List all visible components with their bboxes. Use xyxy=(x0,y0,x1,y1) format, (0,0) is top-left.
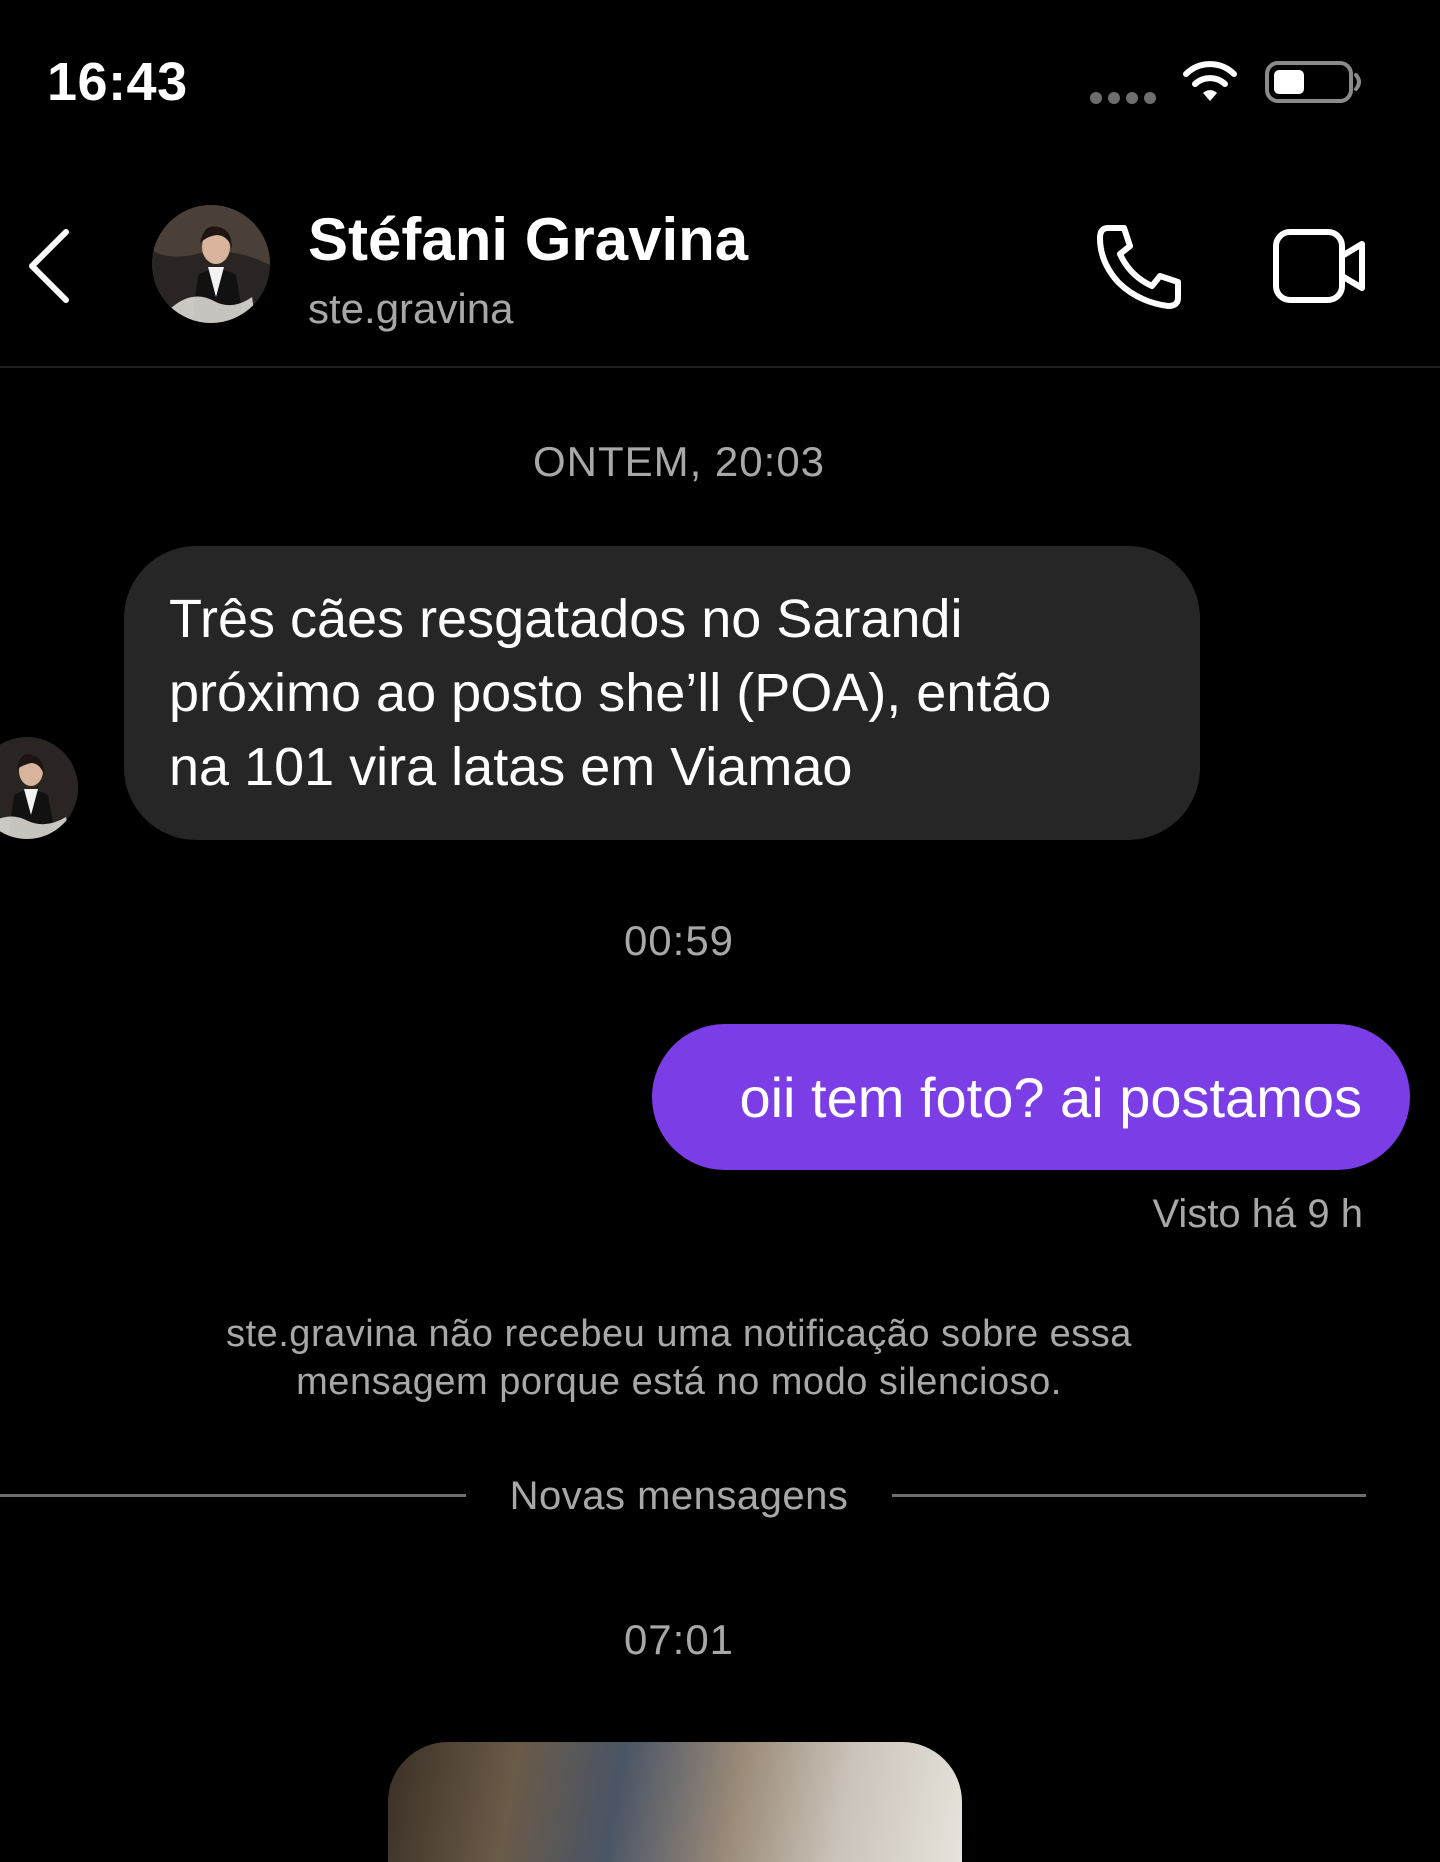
message-timestamp: 07:01 xyxy=(623,1616,735,1663)
silent-notice-line: ste.gravina não recebeu uma notificação … xyxy=(226,1313,1132,1355)
photo-message-preview[interactable] xyxy=(388,1742,962,1862)
message-text-line: Três cães resgatados no Sarandi xyxy=(169,589,963,649)
wifi-icon xyxy=(1183,61,1237,101)
message-text: oii tem foto? ai postamos xyxy=(739,1065,1362,1129)
message-timestamp: ONTEM, 20:03 xyxy=(532,438,826,485)
avatar[interactable] xyxy=(152,205,270,323)
new-messages-label: Novas mensagens xyxy=(509,1474,849,1518)
silent-notice-line: mensagem porque está no modo silencioso. xyxy=(296,1361,1062,1403)
back-icon[interactable] xyxy=(20,224,76,308)
contact-name[interactable]: Stéfani Gravina xyxy=(308,204,748,276)
message-text-line: na 101 vira latas em Viamao xyxy=(169,737,853,797)
phone-icon[interactable] xyxy=(1094,222,1184,312)
new-messages-divider-line xyxy=(0,1494,466,1497)
seen-status: Visto há 9 h xyxy=(1152,1192,1363,1236)
battery-icon xyxy=(1265,61,1361,103)
message-timestamp: 00:59 xyxy=(623,917,735,964)
new-messages-divider-line xyxy=(892,1494,1366,1497)
contact-username[interactable]: ste.gravina xyxy=(308,283,513,335)
silent-mode-notice: ste.gravina não recebeu uma notificação … xyxy=(0,1310,1358,1406)
video-camera-icon[interactable] xyxy=(1272,226,1368,306)
header-divider xyxy=(0,366,1440,368)
status-time: 16:43 xyxy=(47,52,188,112)
sender-avatar[interactable] xyxy=(0,737,78,839)
outgoing-message-bubble[interactable]: oii tem foto? ai postamos xyxy=(652,1024,1410,1170)
cellular-signal-icon xyxy=(1090,92,1156,104)
incoming-message-bubble[interactable]: Três cães resgatados no Sarandi próximo … xyxy=(124,546,1200,840)
message-text-line: próximo ao posto she’ll (POA), então xyxy=(169,663,1052,723)
